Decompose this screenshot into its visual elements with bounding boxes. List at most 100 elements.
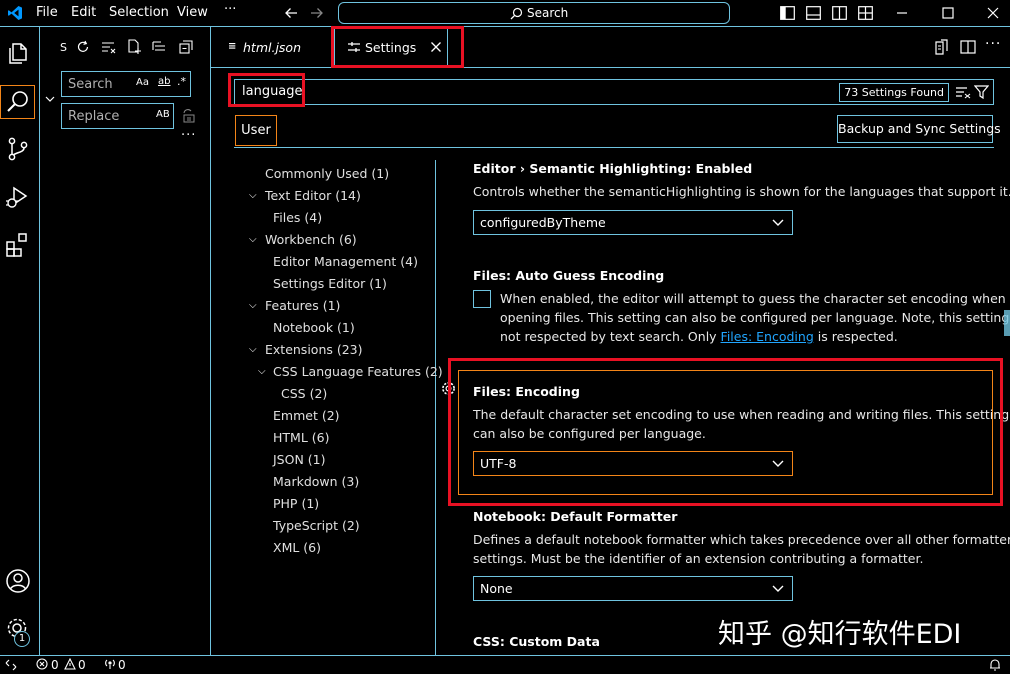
vscode-logo-icon	[7, 5, 23, 21]
menu-edit[interactable]: Edit	[71, 5, 96, 20]
toc-item[interactable]: Files (4)	[273, 210, 322, 225]
chevron-down-icon[interactable]: ⌵	[249, 234, 257, 245]
menu-more[interactable]: ···	[224, 2, 236, 17]
toc-item[interactable]: Emmet (2)	[273, 408, 340, 423]
back-arrow-icon[interactable]	[284, 6, 298, 20]
toggle-secondary-sidebar-icon[interactable]	[832, 6, 847, 20]
toc-item[interactable]: Workbench (6)	[265, 232, 357, 247]
search-input[interactable]: Search Aa ab .*	[61, 71, 191, 97]
toc-item[interactable]: Notebook (1)	[273, 320, 355, 335]
files-encoding-select[interactable]: UTF-8	[473, 451, 793, 476]
editor-tabs: ≡ html.json Settings ···	[211, 27, 1010, 68]
menu-view[interactable]: View	[177, 5, 208, 20]
maximize-icon[interactable]	[941, 6, 955, 20]
setting-description: Defines a default notebook formatter whi…	[473, 530, 1010, 568]
toc-item[interactable]: TypeScript (2)	[273, 518, 360, 533]
user-scope-tab[interactable]: User	[235, 115, 277, 146]
toggle-panel-icon[interactable]	[806, 6, 821, 20]
chevron-down-icon	[772, 219, 784, 227]
source-control-icon[interactable]	[4, 135, 32, 163]
description-line: not respected by text search. Only Files…	[500, 327, 990, 346]
semantic-highlighting-select[interactable]: configuredByTheme	[473, 210, 793, 235]
backup-sync-button[interactable]: Backup and Sync Settings	[837, 115, 1001, 143]
watermark-text: 知乎 @知行软件EDI	[718, 619, 962, 650]
search-details-icon[interactable]: ···	[181, 128, 196, 143]
command-center-search[interactable]: Search	[338, 2, 730, 24]
description-line: When enabled, the editor will attempt to…	[500, 291, 1006, 306]
sidebar-header: S	[60, 41, 67, 54]
replace-all-icon[interactable]	[181, 108, 196, 123]
collapse-all-icon[interactable]	[179, 40, 193, 54]
toc-item[interactable]: XML (6)	[273, 540, 321, 555]
toggle-primary-sidebar-icon[interactable]	[780, 6, 795, 20]
toc-item[interactable]: Editor Management (4)	[273, 254, 418, 269]
errors-count[interactable]: 0	[51, 658, 59, 672]
toc-item[interactable]: Commonly Used (1)	[265, 166, 389, 181]
toc-item[interactable]: Markdown (3)	[273, 474, 359, 489]
description-text: is respected.	[813, 329, 898, 344]
files-encoding-link[interactable]: Files: Encoding	[721, 329, 814, 344]
toc-item[interactable]: Settings Editor (1)	[273, 276, 387, 291]
toc-item[interactable]: CSS Language Features (2)	[273, 364, 443, 379]
toc-item[interactable]: Text Editor (14)	[265, 188, 361, 203]
whole-word-toggle[interactable]: ab	[158, 76, 170, 87]
toc-item[interactable]: Features (1)	[265, 298, 340, 313]
errors-icon[interactable]	[36, 658, 48, 670]
title-bar: File Edit Selection View ··· Search	[0, 0, 1010, 27]
split-editor-icon[interactable]	[960, 39, 976, 55]
setting-title: Notebook: Default Formatter	[473, 509, 678, 524]
select-value: None	[480, 581, 513, 596]
description-text: not respected by text search. Only	[500, 329, 721, 344]
more-actions-icon[interactable]: ···	[985, 36, 1001, 52]
settings-found-badge: 73 Settings Found	[839, 83, 949, 102]
minimize-icon[interactable]	[895, 6, 909, 20]
menu-selection[interactable]: Selection	[109, 5, 169, 20]
toc-item[interactable]: HTML (6)	[273, 430, 329, 445]
run-debug-icon[interactable]	[4, 183, 32, 211]
tab-label: html.json	[243, 40, 302, 55]
chevron-down-icon[interactable]: ⌵	[249, 344, 257, 355]
tab-settings[interactable]: Settings	[334, 27, 448, 68]
default-formatter-select[interactable]: None	[473, 576, 793, 601]
toggle-replace-chevron-icon[interactable]	[44, 93, 56, 105]
toc-item[interactable]: PHP (1)	[273, 496, 319, 511]
warnings-icon[interactable]	[64, 658, 76, 670]
accounts-icon[interactable]	[4, 567, 32, 595]
search-view-icon[interactable]	[0, 85, 35, 119]
toc-item[interactable]: JSON (1)	[273, 452, 326, 467]
ports-icon[interactable]	[103, 658, 117, 670]
customize-layout-icon[interactable]	[858, 6, 873, 20]
tab-html-json[interactable]: ≡ html.json	[211, 27, 332, 68]
match-case-toggle[interactable]: Aa	[136, 77, 149, 88]
close-tab-icon[interactable]	[430, 41, 442, 53]
chevron-down-icon[interactable]: ⌵	[249, 190, 257, 201]
notifications-bell-icon[interactable]	[989, 658, 1001, 671]
chevron-down-icon[interactable]: ⌵	[258, 366, 266, 377]
clear-filter-icon[interactable]	[955, 85, 971, 99]
toc-item[interactable]: CSS (2)	[281, 386, 327, 401]
refresh-icon[interactable]	[76, 40, 90, 54]
replace-input[interactable]: Replace AB	[61, 103, 174, 129]
settings-search-input[interactable]: language 73 Settings Found	[234, 79, 994, 105]
open-settings-json-icon[interactable]	[933, 39, 949, 55]
menu-file[interactable]: File	[36, 5, 58, 20]
view-as-tree-icon[interactable]	[152, 40, 167, 54]
setting-gear-icon[interactable]	[441, 381, 456, 396]
new-search-editor-icon[interactable]	[127, 39, 142, 54]
auto-guess-checkbox[interactable]	[473, 290, 491, 308]
ports-count[interactable]: 0	[118, 658, 126, 672]
toc-divider	[435, 160, 436, 655]
explorer-icon[interactable]	[4, 39, 32, 67]
warnings-count[interactable]: 0	[78, 658, 86, 672]
chevron-down-icon[interactable]: ⌵	[249, 300, 257, 311]
forward-arrow-icon[interactable]	[310, 6, 324, 20]
preserve-case-toggle[interactable]: AB	[156, 109, 170, 120]
toc-item[interactable]: Extensions (23)	[265, 342, 363, 357]
regex-toggle[interactable]: .*	[177, 75, 186, 88]
filter-icon[interactable]	[974, 85, 989, 99]
extensions-icon[interactable]	[4, 231, 32, 259]
close-window-icon[interactable]	[986, 6, 1000, 20]
remote-icon[interactable]	[5, 659, 17, 671]
clear-results-icon[interactable]	[101, 40, 116, 54]
scrollbar-thumb[interactable]	[1004, 310, 1010, 336]
